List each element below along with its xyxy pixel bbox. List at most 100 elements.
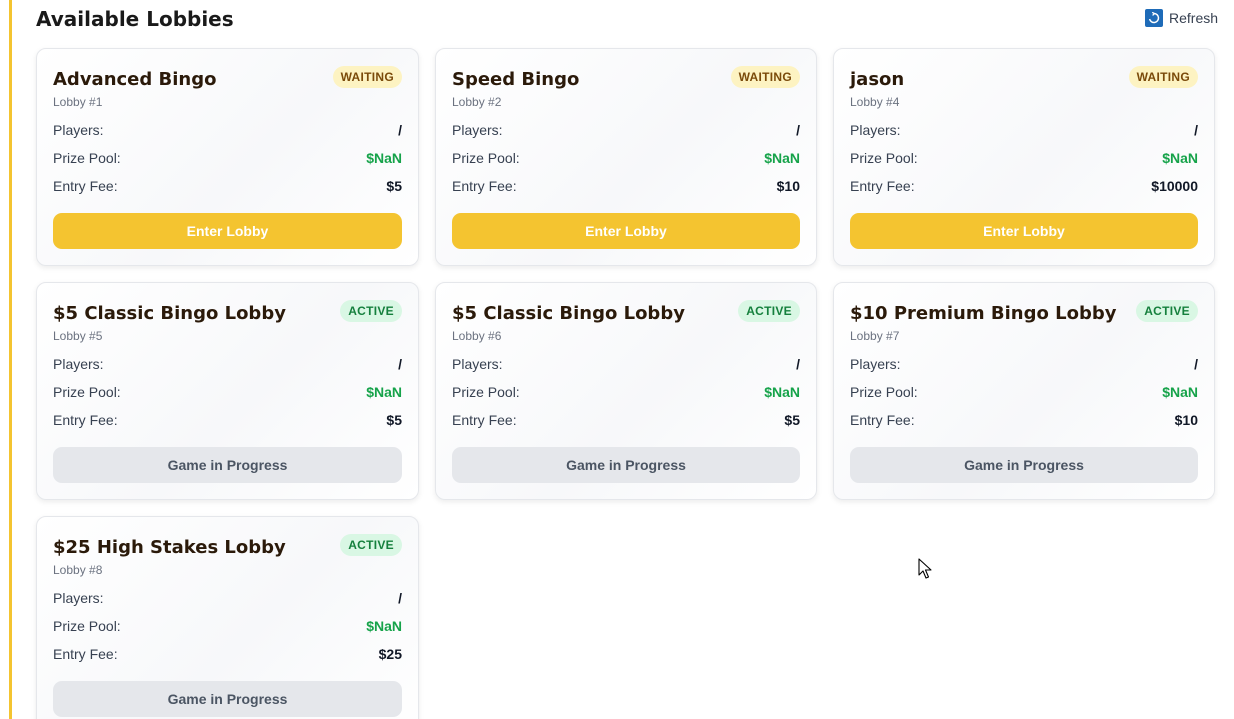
players-label: Players:	[53, 122, 104, 138]
entry-fee-label: Entry Fee:	[53, 412, 118, 428]
game-in-progress-button[interactable]: Game in Progress	[850, 447, 1198, 483]
lobby-card: Advanced Bingo Lobby #1 WAITING Players:…	[36, 48, 419, 266]
prize-pool-value: $NaN	[764, 384, 800, 400]
players-label: Players:	[850, 122, 901, 138]
prize-pool-label: Prize Pool:	[850, 384, 918, 400]
entry-fee-label: Entry Fee:	[850, 412, 915, 428]
prize-pool-row: Prize Pool: $NaN	[53, 150, 402, 166]
game-in-progress-button[interactable]: Game in Progress	[452, 447, 800, 483]
status-badge: ACTIVE	[340, 300, 402, 322]
entry-fee-value: $10	[776, 178, 800, 194]
lobby-number: Lobby #7	[850, 329, 900, 343]
entry-fee-row: Entry Fee: $10000	[850, 178, 1198, 194]
prize-pool-label: Prize Pool:	[452, 384, 520, 400]
prize-pool-label: Prize Pool:	[850, 150, 918, 166]
players-value: /	[398, 590, 402, 606]
players-label: Players:	[452, 122, 503, 138]
players-row: Players: /	[53, 122, 402, 138]
players-row: Players: /	[850, 356, 1198, 372]
prize-pool-value: $NaN	[1162, 384, 1198, 400]
lobby-name: $10 Premium Bingo Lobby	[850, 303, 1117, 324]
prize-pool-row: Prize Pool: $NaN	[53, 384, 402, 400]
prize-pool-row: Prize Pool: $NaN	[850, 384, 1198, 400]
page-title: Available Lobbies	[36, 7, 234, 31]
lobby-name: Advanced Bingo	[53, 69, 217, 90]
lobby-name: $5 Classic Bingo Lobby	[53, 303, 286, 324]
lobby-name: Speed Bingo	[452, 69, 580, 90]
lobby-card: jason Lobby #4 WAITING Players: / Prize P…	[833, 48, 1215, 266]
prize-pool-label: Prize Pool:	[452, 150, 520, 166]
entry-fee-value: $5	[386, 178, 402, 194]
lobby-card: $5 Classic Bingo Lobby Lobby #6 ACTIVE P…	[435, 282, 817, 500]
prize-pool-value: $NaN	[366, 384, 402, 400]
players-value: /	[398, 356, 402, 372]
status-badge: WAITING	[730, 66, 800, 88]
players-value: /	[796, 356, 800, 372]
lobby-card: Speed Bingo Lobby #2 WAITING Players: / P…	[435, 48, 817, 266]
players-label: Players:	[850, 356, 901, 372]
lobby-card: $10 Premium Bingo Lobby Lobby #7 ACTIVE …	[833, 282, 1215, 500]
players-value: /	[398, 122, 402, 138]
enter-lobby-button[interactable]: Enter Lobby	[850, 213, 1198, 249]
prize-pool-row: Prize Pool: $NaN	[53, 618, 402, 634]
prize-pool-label: Prize Pool:	[53, 384, 121, 400]
game-in-progress-button[interactable]: Game in Progress	[53, 681, 402, 717]
mouse-cursor-icon	[918, 558, 932, 579]
entry-fee-row: Entry Fee: $10	[452, 178, 800, 194]
prize-pool-value: $NaN	[764, 150, 800, 166]
enter-lobby-button[interactable]: Enter Lobby	[452, 213, 800, 249]
lobby-name: $5 Classic Bingo Lobby	[452, 303, 685, 324]
status-badge: ACTIVE	[1136, 300, 1198, 322]
entry-fee-value: $5	[386, 412, 402, 428]
players-row: Players: /	[452, 122, 800, 138]
prize-pool-value: $NaN	[1162, 150, 1198, 166]
game-in-progress-button[interactable]: Game in Progress	[53, 447, 402, 483]
lobby-number: Lobby #2	[452, 95, 502, 109]
refresh-icon	[1145, 9, 1163, 27]
prize-pool-value: $NaN	[366, 618, 402, 634]
entry-fee-row: Entry Fee: $25	[53, 646, 402, 662]
lobby-card: $5 Classic Bingo Lobby Lobby #5 ACTIVE P…	[36, 282, 419, 500]
lobby-number: Lobby #5	[53, 329, 103, 343]
enter-lobby-button[interactable]: Enter Lobby	[53, 213, 402, 249]
entry-fee-label: Entry Fee:	[850, 178, 915, 194]
players-row: Players: /	[850, 122, 1198, 138]
status-badge: WAITING	[1128, 66, 1198, 88]
accent-bar	[9, 0, 12, 719]
players-value: /	[796, 122, 800, 138]
entry-fee-value: $5	[784, 412, 800, 428]
entry-fee-row: Entry Fee: $5	[53, 412, 402, 428]
entry-fee-value: $25	[378, 646, 402, 662]
players-value: /	[1194, 122, 1198, 138]
entry-fee-label: Entry Fee:	[452, 178, 517, 194]
refresh-label: Refresh	[1169, 10, 1219, 26]
entry-fee-label: Entry Fee:	[53, 646, 118, 662]
prize-pool-row: Prize Pool: $NaN	[452, 384, 800, 400]
lobby-grid: Advanced Bingo Lobby #1 WAITING Players:…	[36, 48, 1215, 719]
lobby-number: Lobby #1	[53, 95, 103, 109]
entry-fee-value: $10	[1174, 412, 1198, 428]
status-badge: ACTIVE	[340, 534, 402, 556]
players-row: Players: /	[452, 356, 800, 372]
entry-fee-value: $10000	[1151, 178, 1198, 194]
entry-fee-label: Entry Fee:	[53, 178, 118, 194]
refresh-button[interactable]: Refresh	[1145, 9, 1218, 27]
entry-fee-row: Entry Fee: $5	[452, 412, 800, 428]
prize-pool-label: Prize Pool:	[53, 618, 121, 634]
lobby-number: Lobby #4	[850, 95, 900, 109]
entry-fee-row: Entry Fee: $5	[53, 178, 402, 194]
prize-pool-label: Prize Pool:	[53, 150, 121, 166]
players-row: Players: /	[53, 590, 402, 606]
prize-pool-row: Prize Pool: $NaN	[452, 150, 800, 166]
players-value: /	[1194, 356, 1198, 372]
status-badge: ACTIVE	[738, 300, 800, 322]
status-badge: WAITING	[332, 66, 402, 88]
lobby-number: Lobby #8	[53, 563, 103, 577]
prize-pool-row: Prize Pool: $NaN	[850, 150, 1198, 166]
players-label: Players:	[452, 356, 503, 372]
entry-fee-label: Entry Fee:	[452, 412, 517, 428]
players-label: Players:	[53, 356, 104, 372]
lobby-card: $25 High Stakes Lobby Lobby #8 ACTIVE Pl…	[36, 516, 419, 719]
lobby-name: $25 High Stakes Lobby	[53, 537, 286, 558]
lobbies-page: Available Lobbies Refresh Advanced Bingo…	[0, 0, 1234, 719]
